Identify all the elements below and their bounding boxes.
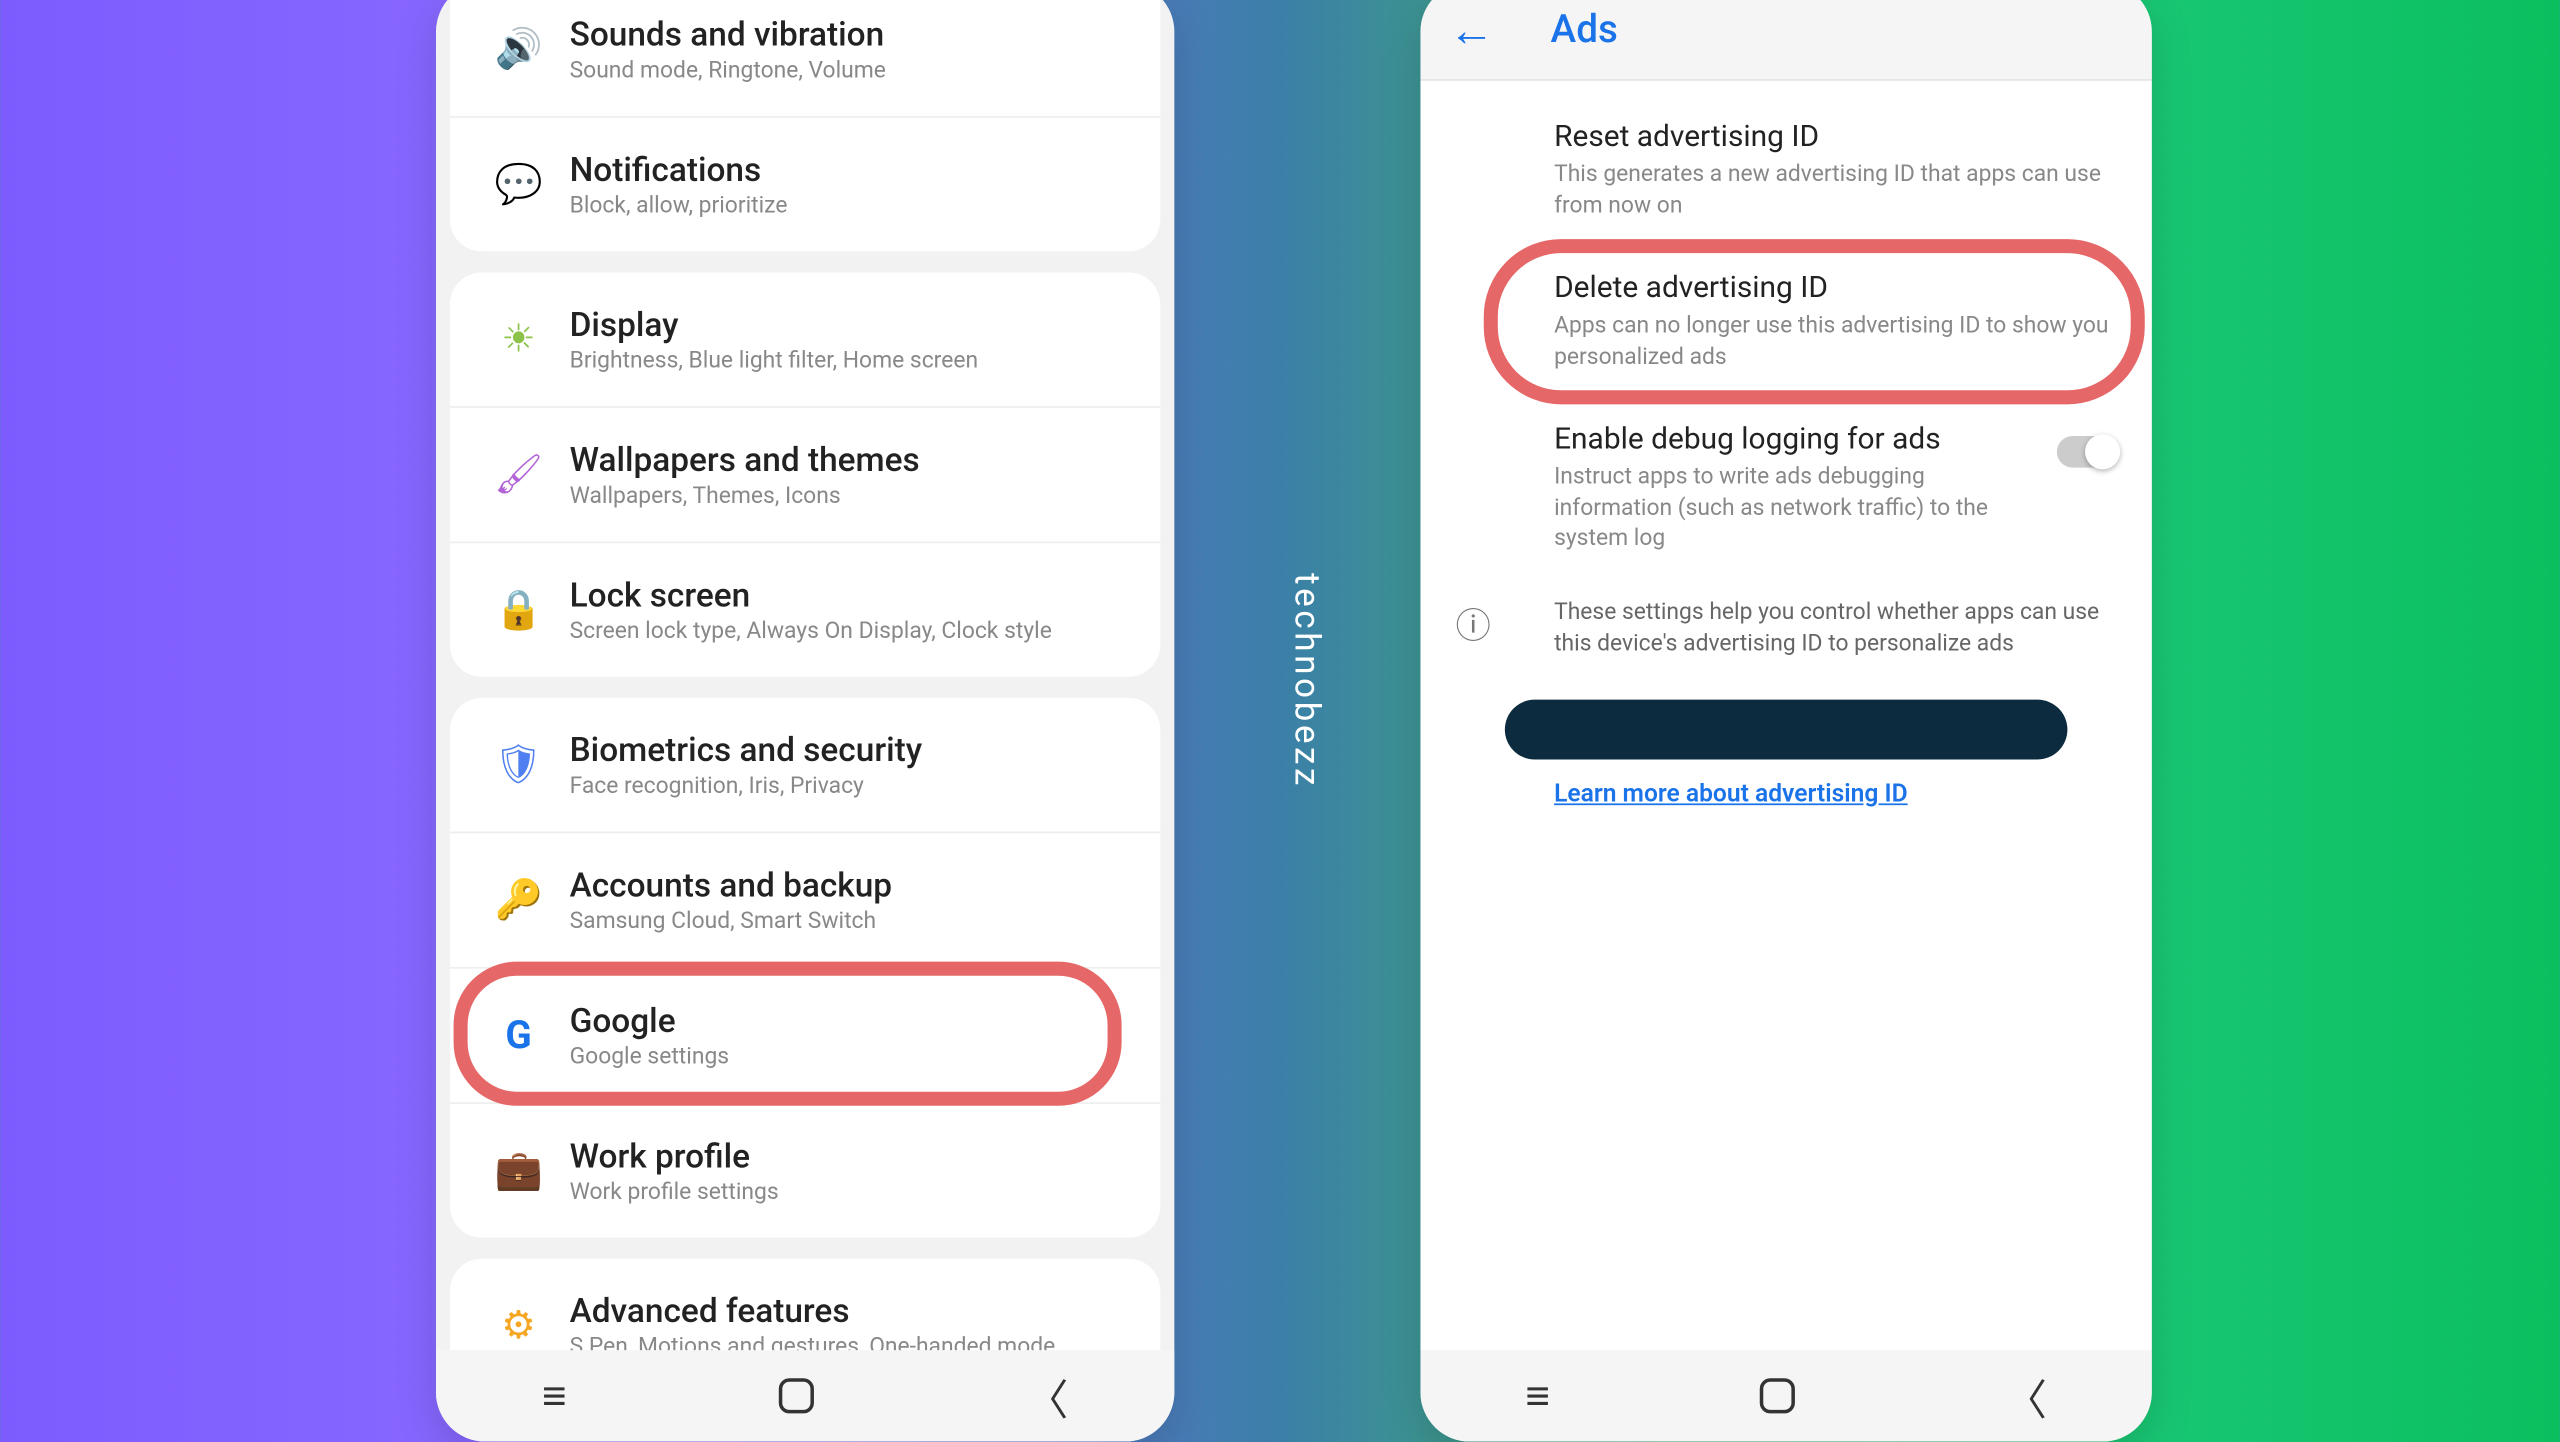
- brand-watermark: technobezz: [1287, 573, 1329, 789]
- settings-subtitle: Google settings: [570, 1044, 1136, 1070]
- settings-title: Wallpapers and themes: [570, 440, 1136, 480]
- notif-icon: 💬: [482, 163, 556, 207]
- settings-title: Work profile: [570, 1136, 1136, 1176]
- settings-title: Accounts and backup: [570, 865, 1136, 905]
- settings-subtitle: Face recognition, Iris, Privacy: [570, 774, 1136, 800]
- ads-item-title: Delete advertising ID: [1554, 271, 2117, 306]
- settings-title: Google: [570, 1000, 1136, 1040]
- settings-title: Notifications: [570, 149, 1136, 189]
- ads-item-title: Enable debug logging for ads: [1554, 422, 2029, 457]
- nav-home-icon[interactable]: [1760, 1378, 1795, 1413]
- settings-row-work[interactable]: 💼 Work profile Work profile settings: [450, 1104, 1160, 1238]
- ads-info-text: These settings help you control whether …: [1554, 597, 2117, 661]
- ads-item[interactable]: Enable debug logging for ads Instruct app…: [1420, 398, 2151, 580]
- ads-item[interactable]: Delete advertising ID Apps can no longer …: [1420, 246, 2151, 397]
- bio-icon: 🛡: [482, 743, 556, 787]
- settings-row-lock[interactable]: 🔒 Lock screen Screen lock type, Always On …: [450, 543, 1160, 677]
- learn-more-link[interactable]: Learn more about advertising ID: [1554, 781, 1908, 809]
- settings-subtitle: Brightness, Blue light filter, Home scre…: [570, 348, 1136, 374]
- settings-row-google[interactable]: G Google Google settings: [450, 969, 1160, 1104]
- info-icon: ⓘ: [1456, 597, 1554, 661]
- settings-subtitle: Wallpapers, Themes, Icons: [570, 483, 1136, 509]
- settings-title: Lock screen: [570, 575, 1136, 615]
- nav-recent-icon[interactable]: ≡: [1525, 1370, 1550, 1421]
- settings-subtitle: Screen lock type, Always On Display, Clo…: [570, 619, 1136, 645]
- ads-item[interactable]: Reset advertising ID This generates a new…: [1420, 95, 2151, 246]
- settings-row-sound[interactable]: 🔊 Sounds and vibration Sound mode, Rington…: [450, 0, 1160, 118]
- sound-icon: 🔊: [482, 27, 556, 71]
- ads-cta-button[interactable]: [1505, 700, 2068, 760]
- back-arrow-icon[interactable]: ←: [1449, 4, 1495, 58]
- settings-subtitle: Work profile settings: [570, 1180, 1136, 1206]
- ads-item-subtitle: Apps can no longer use this advertising …: [1554, 311, 2117, 373]
- settings-subtitle: Sound mode, Ringtone, Volume: [570, 58, 1136, 84]
- settings-subtitle: Block, allow, prioritize: [570, 193, 1136, 219]
- work-icon: 💼: [482, 1149, 556, 1193]
- ads-header: ← Ads: [1420, 0, 2151, 81]
- adv-icon: ⚙: [482, 1304, 556, 1348]
- nav-recent-icon[interactable]: ≡: [542, 1370, 567, 1421]
- settings-title: Advanced features: [570, 1290, 1136, 1330]
- ads-item-subtitle: This generates a new advertising ID that…: [1554, 160, 2117, 222]
- settings-row-wall[interactable]: 🖌 Wallpapers and themes Wallpapers, Themes…: [450, 408, 1160, 543]
- settings-title: Display: [570, 304, 1136, 344]
- settings-subtitle: Samsung Cloud, Smart Switch: [570, 909, 1136, 935]
- display-icon: ☀: [482, 317, 556, 361]
- ads-item-title: Reset advertising ID: [1554, 120, 2117, 155]
- phone-ads: ← Ads Reset advertising ID This generates…: [1420, 0, 2151, 1442]
- settings-row-display[interactable]: ☀ Display Brightness, Blue light filter, H…: [450, 272, 1160, 407]
- acct-icon: 🔑: [482, 878, 556, 922]
- settings-row-acct[interactable]: 🔑 Accounts and backup Samsung Cloud, Smart…: [450, 833, 1160, 968]
- nav-home-icon[interactable]: [779, 1378, 814, 1413]
- phone-settings: 🔊 Sounds and vibration Sound mode, Rington…: [436, 0, 1174, 1442]
- lock-icon: 🔒: [482, 588, 556, 632]
- ads-header-title: Ads: [1551, 9, 1618, 53]
- settings-title: Biometrics and security: [570, 730, 1136, 770]
- nav-bar: ≡ 〈: [436, 1350, 1174, 1441]
- nav-bar-right: ≡ 〈: [1420, 1350, 2151, 1441]
- settings-row-notif[interactable]: 💬 Notifications Block, allow, prioritize: [450, 118, 1160, 252]
- settings-title: Sounds and vibration: [570, 14, 1136, 54]
- settings-row-bio[interactable]: 🛡 Biometrics and security Face recognition…: [450, 698, 1160, 833]
- nav-back-icon[interactable]: 〈: [2005, 1365, 2047, 1427]
- ads-item-subtitle: Instruct apps to write ads debugging inf…: [1554, 463, 2029, 556]
- toggle-switch[interactable]: [2057, 436, 2117, 468]
- nav-back-icon[interactable]: 〈: [1026, 1365, 1068, 1427]
- wall-icon: 🖌: [482, 453, 556, 497]
- google-icon: G: [482, 1013, 556, 1057]
